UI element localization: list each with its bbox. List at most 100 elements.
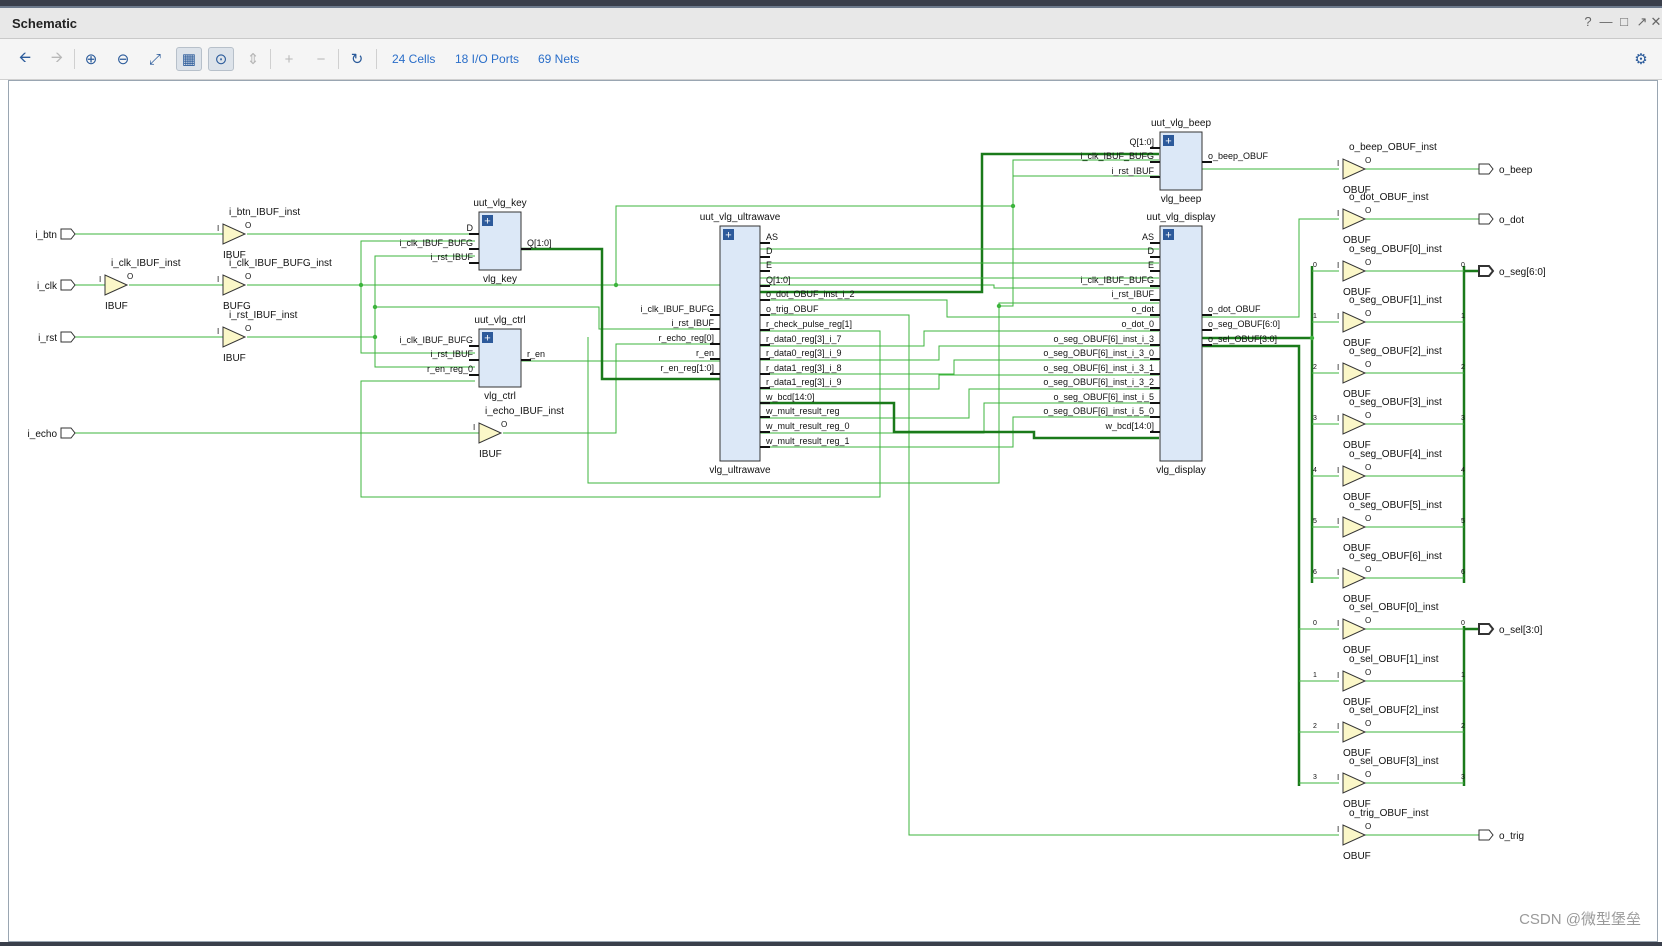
o-seg-obuf-6-pin-i: I bbox=[1337, 568, 1339, 577]
o-sel-obuf-2-pin-i: I bbox=[1337, 722, 1339, 731]
o-seg-obuf-4-pin-o: O bbox=[1365, 463, 1371, 472]
i-rst-ibuf-inst: i_rst_IBUF_inst bbox=[229, 310, 298, 321]
module-vlg-beep-in-label: i_rst_IBUF bbox=[1111, 166, 1154, 176]
schematic-canvas[interactable]: i_btn i_clk i_rst i_echo o_beep o_dot o_seg[6:… bbox=[8, 80, 1658, 942]
remove-icon[interactable]: − bbox=[308, 47, 334, 71]
o-sel-obuf-0-inst: o_sel_OBUF[0]_inst bbox=[1349, 602, 1439, 613]
module-vlg-ultrawave-out-label: w_mult_result_reg_1 bbox=[765, 436, 850, 446]
o-sel-obuf-1-bit-in: 1 bbox=[1313, 672, 1317, 679]
module-vlg-display-in-label: o_seg_OBUF[6]_inst_i_5 bbox=[1053, 392, 1154, 402]
net bbox=[615, 159, 1159, 285]
close-icon[interactable]: ✕ bbox=[1648, 14, 1662, 30]
module-vlg-ctrl-expand-glyph: + bbox=[484, 333, 490, 345]
zoom-out-icon[interactable]: ⊖ bbox=[110, 47, 136, 71]
schematic-diagram: i_btn i_clk i_rst i_echo o_beep o_dot o_seg[6:… bbox=[28, 118, 1546, 862]
module-vlg-key-out-label: Q[1:0] bbox=[527, 238, 552, 248]
o-seg-obuf-1 bbox=[1342, 311, 1367, 333]
io-ports-count-link[interactable]: 18 I/O Ports bbox=[455, 52, 519, 66]
module-vlg-key-in-label: i_clk_IBUF_BUFG bbox=[399, 238, 473, 248]
help-icon[interactable]: ? bbox=[1580, 14, 1596, 29]
schematic-window: Schematic ? — □ ↗ ✕ 🡨 🡪 ⊕ ⊖ ⤢ ▦ ⊙ ⇕ + − … bbox=[0, 6, 1662, 942]
auto-fit-icon[interactable]: ⊙ bbox=[208, 47, 234, 71]
o-sel-obuf-3-type: OBUF bbox=[1343, 799, 1371, 810]
o-sel-obuf-1-inst: o_sel_OBUF[1]_inst bbox=[1349, 654, 1439, 665]
module-vlg-ctrl-in-label: i_rst_IBUF bbox=[430, 349, 473, 359]
net-junction bbox=[372, 334, 378, 340]
o-seg-obuf-0-pin-i: I bbox=[1337, 261, 1339, 270]
i-clk-ibuf-inst: i_clk_IBUF_inst bbox=[111, 258, 181, 269]
o-seg-obuf-6 bbox=[1342, 567, 1367, 589]
module-vlg-beep-in-label: Q[1:0] bbox=[1129, 137, 1154, 147]
expand-icon[interactable]: ⇕ bbox=[240, 47, 266, 71]
i-rst-ibuf-type: IBUF bbox=[223, 353, 246, 364]
i-echo-ibuf bbox=[478, 422, 503, 444]
o-seg-obuf-4-inst: o_seg_OBUF[4]_inst bbox=[1349, 449, 1442, 460]
o-seg-obuf-6-bit-in: 6 bbox=[1313, 569, 1317, 576]
port-o-dot-label: o_dot bbox=[1499, 215, 1524, 226]
module-vlg-display-in-label: o_seg_OBUF[6]_inst_i_5_0 bbox=[1043, 406, 1154, 416]
net bbox=[759, 314, 1339, 836]
module-vlg-beep-type: vlg_beep bbox=[1161, 194, 1202, 205]
port-o-sel bbox=[1478, 623, 1495, 635]
o-sel-obuf-3-pin-i: I bbox=[1337, 773, 1339, 782]
module-vlg-display-out-label: o_dot_OBUF bbox=[1208, 304, 1261, 314]
o-sel-obuf-2-inst: o_sel_OBUF[2]_inst bbox=[1349, 705, 1439, 716]
module-vlg-ctrl-type: vlg_ctrl bbox=[484, 391, 516, 402]
module-vlg-ultrawave-type: vlg_ultrawave bbox=[709, 465, 771, 476]
zoom-fit-icon[interactable]: ⤢ bbox=[142, 47, 168, 71]
o-seg-obuf-5-bit-out: 5 bbox=[1461, 518, 1465, 525]
add-icon[interactable]: + bbox=[276, 47, 302, 71]
o-seg-obuf-0-bit-out: 0 bbox=[1461, 262, 1465, 269]
module-vlg-ctrl-in-label: i_clk_IBUF_BUFG bbox=[399, 335, 473, 345]
refresh-icon[interactable]: ↻ bbox=[344, 47, 370, 71]
o-trig-obuf-type: OBUF bbox=[1343, 851, 1371, 862]
restore-icon[interactable]: □ bbox=[1616, 14, 1632, 29]
module-vlg-display-in-label: o_seg_OBUF[6]_inst_i_3 bbox=[1053, 334, 1154, 344]
i-clk-ibuf-pin-i: I bbox=[99, 275, 101, 284]
i-btn-ibuf bbox=[222, 223, 247, 245]
o-beep-obuf bbox=[1342, 158, 1367, 180]
o-dot-obuf bbox=[1342, 208, 1367, 230]
module-vlg-display bbox=[1159, 225, 1203, 462]
o-seg-obuf-1-inst: o_seg_OBUF[1]_inst bbox=[1349, 295, 1442, 306]
nets bbox=[75, 152, 1479, 836]
module-vlg-ultrawave-in-label: i_rst_IBUF bbox=[671, 318, 714, 328]
port-o-beep-label: o_beep bbox=[1499, 165, 1533, 176]
cells-count-link[interactable]: 24 Cells bbox=[392, 52, 435, 66]
minimize-icon[interactable]: — bbox=[1598, 14, 1614, 29]
bus-net bbox=[1195, 344, 1301, 786]
o-dot-obuf-inst: o_dot_OBUF_inst bbox=[1349, 192, 1429, 203]
module-vlg-ultrawave-out-label: r_data0_reg[3]_i_7 bbox=[766, 334, 842, 344]
module-vlg-display-in-label: i_clk_IBUF_BUFG bbox=[1080, 275, 1154, 285]
i-clk-ibuf-type: IBUF bbox=[105, 301, 128, 312]
o-sel-obuf-2 bbox=[1342, 721, 1367, 743]
o-sel-obuf-0-pin-o: O bbox=[1365, 616, 1371, 625]
o-seg-obuf-5-bit-in: 5 bbox=[1313, 518, 1317, 525]
nets-count-link[interactable]: 69 Nets bbox=[538, 52, 579, 66]
module-vlg-key-inst: uut_vlg_key bbox=[473, 198, 526, 209]
o-trig-obuf-pin-o: O bbox=[1365, 822, 1371, 831]
port-o-trig-label: o_trig bbox=[1499, 831, 1524, 842]
o-trig-obuf-pin-i: I bbox=[1337, 825, 1339, 834]
module-vlg-ultrawave-out-label: Q[1:0] bbox=[766, 275, 791, 285]
o-seg-obuf-3-pin-o: O bbox=[1365, 411, 1371, 420]
gear-icon[interactable]: ⚙ bbox=[1628, 47, 1654, 71]
back-arrow-icon[interactable]: 🡨 bbox=[12, 47, 38, 71]
zoom-in-icon[interactable]: ⊕ bbox=[78, 47, 104, 71]
i-btn-ibuf-inst: i_btn_IBUF_inst bbox=[229, 207, 300, 218]
port-o-seg-label: o_seg[6:0] bbox=[1499, 267, 1546, 278]
module-vlg-ultrawave-expand-glyph: + bbox=[725, 230, 731, 242]
bus-net bbox=[519, 247, 723, 381]
i-clk-ibuf bbox=[104, 274, 129, 296]
i-echo-ibuf-type: IBUF bbox=[479, 449, 502, 460]
forward-arrow-icon[interactable]: 🡪 bbox=[44, 47, 70, 71]
module-vlg-display-inst: uut_vlg_display bbox=[1147, 212, 1216, 223]
port-o-sel-label: o_sel[3:0] bbox=[1499, 625, 1543, 636]
o-seg-obuf-2 bbox=[1342, 362, 1367, 384]
zoom-selection-icon[interactable]: ▦ bbox=[176, 47, 202, 71]
net bbox=[1195, 218, 1339, 318]
module-vlg-ultrawave-in-label: r_en_reg[1:0] bbox=[660, 363, 714, 373]
o-seg-obuf-0-pin-o: O bbox=[1365, 258, 1371, 267]
o-seg-obuf-4-bit-in: 4 bbox=[1313, 467, 1317, 474]
module-vlg-beep-in-label: i_clk_IBUF_BUFG bbox=[1080, 151, 1154, 161]
